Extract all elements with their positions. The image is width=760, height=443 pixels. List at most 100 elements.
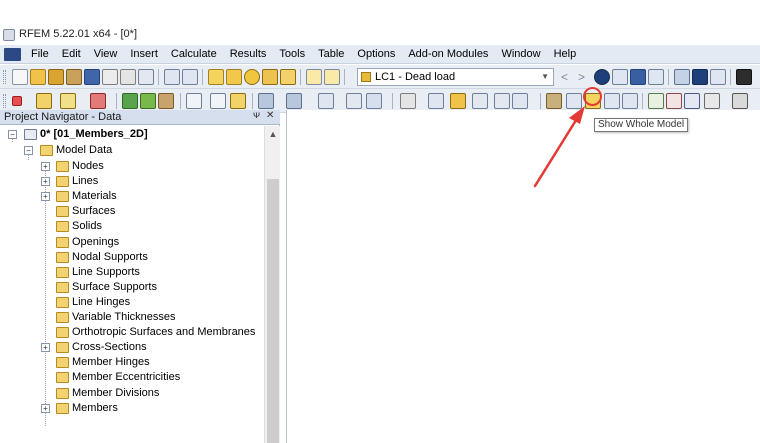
tree-item-surface-supports[interactable]: Surface Supports: [0, 280, 264, 295]
dropdown-options-icon[interactable]: [512, 93, 528, 109]
menu-item-file[interactable]: File: [31, 48, 49, 60]
result-values-icon[interactable]: [612, 69, 628, 85]
section-symbol-icon[interactable]: [90, 93, 106, 109]
result-diagram-icon[interactable]: [648, 69, 664, 85]
imperfection-icon[interactable]: [158, 93, 174, 109]
visibility-icon[interactable]: [318, 93, 334, 109]
menu-item-calculate[interactable]: Calculate: [171, 48, 217, 60]
view-options-icon[interactable]: [494, 93, 510, 109]
find-icon[interactable]: [226, 69, 242, 85]
member-icon[interactable]: [60, 93, 76, 109]
deformation-icon[interactable]: [630, 69, 646, 85]
animation-icon[interactable]: [674, 69, 690, 85]
load-wizard-icon[interactable]: [140, 93, 156, 109]
view-y-icon[interactable]: [666, 93, 682, 109]
save-icon[interactable]: [84, 69, 100, 85]
tree-item-line-supports[interactable]: Line Supports: [0, 265, 264, 280]
guide-object-icon[interactable]: [230, 93, 246, 109]
menu-item-options[interactable]: Options: [357, 48, 395, 60]
snap-icon[interactable]: [450, 93, 466, 109]
menu-item-add-on-modules[interactable]: Add-on Modules: [408, 48, 488, 60]
tree-item-nodal-supports[interactable]: Nodal Supports: [0, 250, 264, 265]
view-settings-icon[interactable]: [732, 93, 748, 109]
view-z-icon[interactable]: [684, 93, 700, 109]
measure-icon[interactable]: [546, 93, 562, 109]
graphics-work-area[interactable]: [286, 110, 760, 443]
menu-item-view[interactable]: View: [94, 48, 118, 60]
table-toggle-icon[interactable]: [306, 69, 322, 85]
chevron-down-icon[interactable]: ▼: [541, 72, 549, 81]
work-plane-icon[interactable]: [472, 93, 488, 109]
tree-item-materials[interactable]: + Materials: [0, 189, 264, 204]
edit-icon[interactable]: [208, 69, 224, 85]
print-icon[interactable]: [102, 69, 118, 85]
open-folder-icon[interactable]: [30, 69, 46, 85]
next-load-case-icon[interactable]: >: [578, 70, 585, 84]
tree-item-member-eccentricities[interactable]: Member Eccentricities: [0, 370, 264, 385]
load-icon[interactable]: [122, 93, 138, 109]
expand-icon[interactable]: +: [41, 192, 50, 201]
dimension-icon[interactable]: [186, 93, 202, 109]
tree-item-member-divisions[interactable]: Member Divisions: [0, 386, 264, 401]
scroll-up-icon[interactable]: ▲: [265, 126, 281, 142]
tree-model-data[interactable]: − Model Data: [0, 143, 264, 158]
new-file-icon[interactable]: [12, 69, 28, 85]
tree-project-root[interactable]: − 0* [01_Members_2D]: [0, 127, 264, 142]
printout-report-icon[interactable]: [138, 69, 154, 85]
undo-icon[interactable]: [164, 69, 180, 85]
tree-item-cross-sections[interactable]: + Cross-Sections: [0, 340, 264, 355]
panel-toggle-icon[interactable]: [324, 69, 340, 85]
system-menu-icon[interactable]: [4, 48, 21, 61]
tree-item-surfaces[interactable]: Surfaces: [0, 204, 264, 219]
menu-item-results[interactable]: Results: [230, 48, 267, 60]
zoom-previous-icon[interactable]: [604, 93, 620, 109]
menu-item-tools[interactable]: Tools: [279, 48, 305, 60]
coordinate-system-icon[interactable]: [400, 93, 416, 109]
view-3d-icon[interactable]: [622, 93, 638, 109]
pin-icon[interactable]: ᴪ: [253, 110, 260, 121]
collapse-icon[interactable]: −: [24, 146, 33, 155]
navigator-scrollbar[interactable]: ▲: [264, 126, 280, 443]
line-icon[interactable]: [36, 93, 52, 109]
show-results-icon[interactable]: [594, 69, 610, 85]
collapse-icon[interactable]: −: [8, 130, 17, 139]
toolbar-grip[interactable]: [3, 70, 6, 84]
tree-item-variable-thicknesses[interactable]: Variable Thicknesses: [0, 310, 264, 325]
menu-item-window[interactable]: Window: [501, 48, 540, 60]
archive-icon[interactable]: [66, 69, 82, 85]
calculate-icon[interactable]: [244, 69, 260, 85]
select-icon[interactable]: [346, 93, 362, 109]
expand-icon[interactable]: +: [41, 162, 50, 171]
close-icon[interactable]: ✕: [266, 110, 274, 121]
tree-item-orthotropic-surfaces-and-membranes[interactable]: Orthotropic Surfaces and Membranes: [0, 325, 264, 340]
open-project-icon[interactable]: [48, 69, 64, 85]
redo-icon[interactable]: [182, 69, 198, 85]
display-icon[interactable]: [258, 93, 274, 109]
node-icon[interactable]: [12, 96, 22, 106]
expand-icon[interactable]: +: [41, 177, 50, 186]
load-case-select[interactable]: LC1 - Dead load ▼: [357, 68, 554, 86]
scroll-thumb[interactable]: [267, 179, 279, 443]
menu-item-edit[interactable]: Edit: [62, 48, 81, 60]
smooth-ranges-icon[interactable]: [692, 69, 708, 85]
menu-item-table[interactable]: Table: [318, 48, 344, 60]
view-x-icon[interactable]: [648, 93, 664, 109]
comment-icon[interactable]: [210, 93, 226, 109]
previous-load-case-icon[interactable]: <: [561, 70, 568, 84]
folder-results-icon[interactable]: [280, 69, 296, 85]
filter-icon[interactable]: [366, 93, 382, 109]
tree-item-members[interactable]: + Members: [0, 401, 264, 416]
render-icon[interactable]: [286, 93, 302, 109]
view-iso-icon[interactable]: [704, 93, 720, 109]
tree-item-nodes[interactable]: + Nodes: [0, 159, 264, 174]
tree-item-lines[interactable]: + Lines: [0, 174, 264, 189]
toolbar-extra-icon[interactable]: [736, 69, 752, 85]
tree-item-solids[interactable]: Solids: [0, 219, 264, 234]
results-icon[interactable]: [262, 69, 278, 85]
grid-icon[interactable]: [428, 93, 444, 109]
menu-item-help[interactable]: Help: [554, 48, 577, 60]
tree-item-openings[interactable]: Openings: [0, 235, 264, 250]
print-graphic-icon[interactable]: [120, 69, 136, 85]
tree-item-member-hinges[interactable]: Member Hinges: [0, 355, 264, 370]
expand-icon[interactable]: +: [41, 343, 50, 352]
